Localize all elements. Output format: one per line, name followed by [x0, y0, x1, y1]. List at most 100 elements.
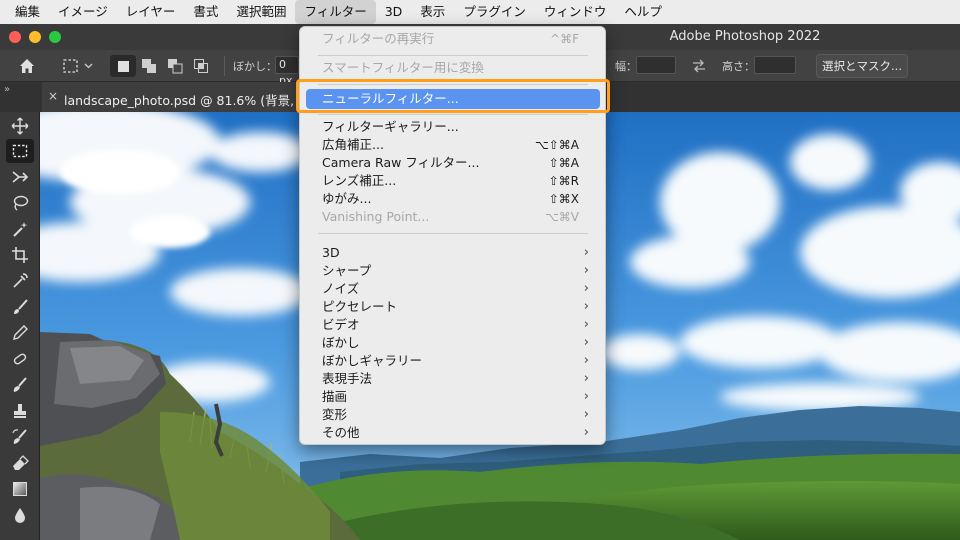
object-select-icon	[12, 171, 29, 183]
zoom-window-button[interactable]	[49, 31, 61, 43]
add-selection-button[interactable]	[138, 55, 160, 77]
pencil-icon	[13, 325, 28, 340]
close-window-button[interactable]	[9, 31, 21, 43]
menu-type[interactable]: 書式	[184, 0, 227, 24]
menu-item-blur[interactable]: ぼかし ›	[300, 334, 605, 352]
menu-item-stylize[interactable]: 表現手法 ›	[300, 370, 605, 388]
width-label: 幅：	[615, 60, 637, 73]
object-select-tool[interactable]	[6, 165, 34, 189]
chevron-right-icon: ›	[583, 281, 589, 296]
rect-marquee-icon	[12, 144, 28, 158]
brush-alt-tool[interactable]	[6, 373, 34, 397]
menu-item-distort[interactable]: 変形 ›	[300, 406, 605, 424]
menu-image[interactable]: イメージ	[49, 0, 117, 24]
menu-separator	[318, 233, 588, 234]
tools-panel	[0, 112, 40, 540]
menu-item-video[interactable]: ビデオ ›	[300, 316, 605, 334]
menu-view[interactable]: 表示	[411, 0, 454, 24]
marquee-preset-picker[interactable]	[58, 55, 98, 77]
marquee-icon	[63, 59, 93, 73]
eraser-icon	[13, 455, 29, 470]
chevron-right-icon: ›	[583, 245, 589, 260]
menu-plugins[interactable]: プラグイン	[454, 0, 535, 24]
chevron-right-icon: ›	[583, 353, 589, 368]
height-label: 高さ：	[722, 60, 755, 73]
menu-separator	[318, 114, 588, 115]
intersect-selection-button[interactable]	[190, 55, 212, 77]
width-input[interactable]	[636, 56, 676, 74]
menu-layer[interactable]: レイヤー	[117, 0, 185, 24]
menu-item-liquify[interactable]: ゆがみ... ⇧⌘X	[300, 190, 605, 208]
menu-item-3d[interactable]: 3D ›	[300, 244, 605, 262]
eyedropper-tool[interactable]	[6, 269, 34, 293]
gradient-tool[interactable]	[6, 477, 34, 501]
blur-tool[interactable]	[6, 503, 34, 527]
history-brush-icon	[12, 429, 27, 444]
menu-select[interactable]: 選択範囲	[227, 0, 295, 24]
menu-filter[interactable]: フィルター	[295, 0, 376, 24]
eyedropper-icon	[13, 273, 28, 288]
add-selection-icon	[142, 59, 156, 73]
app-title: Adobe Photoshop 2022	[669, 29, 821, 44]
minimize-window-button[interactable]	[29, 31, 41, 43]
menu-item-convert-smart-filters: スマートフィルター用に変換	[322, 60, 484, 75]
height-input[interactable]	[754, 56, 796, 74]
magic-wand-tool[interactable]	[6, 217, 34, 241]
home-icon	[20, 59, 34, 73]
collapse-panels-icon[interactable]: »	[4, 84, 10, 95]
lasso-icon	[13, 195, 29, 211]
chevron-right-icon: ›	[583, 263, 589, 278]
select-and-mask-button[interactable]: 選択とマスク...	[816, 54, 908, 78]
history-brush-tool[interactable]	[6, 425, 34, 449]
healing-brush-icon	[13, 353, 27, 365]
pencil-tool[interactable]	[6, 321, 34, 345]
brush-tool[interactable]	[6, 295, 34, 319]
clone-stamp-tool[interactable]	[6, 399, 34, 423]
clone-stamp-icon	[14, 404, 26, 418]
menu-item-camera-raw[interactable]: Camera Raw フィルター... ⇧⌘A	[300, 154, 605, 172]
crop-tool[interactable]	[6, 243, 34, 267]
marquee-tool[interactable]	[6, 139, 34, 163]
mixer-brush-icon	[13, 377, 27, 392]
document-tab[interactable]: × landscape_photo.psd @ 81.6% (背景, RGB/8…	[42, 82, 300, 112]
highlight-callout-box	[296, 79, 610, 113]
menu-edit[interactable]: 編集	[6, 0, 49, 24]
menu-item-blur-gallery[interactable]: ぼかしギャラリー ›	[300, 352, 605, 370]
subtract-selection-button[interactable]	[164, 55, 186, 77]
close-tab-icon[interactable]: ×	[48, 89, 58, 103]
move-icon	[11, 117, 29, 135]
menu-item-filter-gallery[interactable]: フィルターギャラリー...	[300, 118, 605, 136]
healing-brush-tool[interactable]	[6, 347, 34, 371]
menu-item-pixelate[interactable]: ピクセレート ›	[300, 298, 605, 316]
lasso-tool[interactable]	[6, 191, 34, 215]
menu-item-sharpen[interactable]: シャープ ›	[300, 262, 605, 280]
blur-drop-icon	[15, 508, 25, 523]
feather-input[interactable]: 0 px	[275, 56, 299, 87]
home-button[interactable]	[14, 55, 40, 77]
menu-item-lens-correction[interactable]: レンズ補正... ⇧⌘R	[300, 172, 605, 190]
menu-window[interactable]: ウィンドウ	[535, 0, 616, 24]
menu-item-vanishing-point: Vanishing Point... ⌥⌘V	[322, 209, 579, 224]
swap-arrows-icon	[693, 59, 705, 73]
document-tab-title: landscape_photo.psd @ 81.6% (背景, RGB/8)	[64, 93, 300, 108]
eraser-tool[interactable]	[6, 451, 34, 475]
menu-item-render[interactable]: 描画 ›	[300, 388, 605, 406]
chevron-right-icon: ›	[583, 335, 589, 350]
crop-icon	[12, 247, 28, 263]
new-selection-button[interactable]	[110, 55, 136, 77]
menu-help[interactable]: ヘルプ	[615, 0, 671, 24]
menu-item-last-filter: フィルターの再実行 ^⌘F	[322, 31, 579, 46]
subtract-selection-icon	[168, 59, 183, 74]
feather-label: ぼかし：	[233, 60, 277, 73]
menu-item-adaptive-wide-angle[interactable]: 広角補正... ⌥⇧⌘A	[300, 136, 605, 154]
chevron-right-icon: ›	[583, 407, 589, 422]
magic-wand-icon	[13, 222, 28, 237]
chevron-right-icon: ›	[583, 425, 589, 440]
move-tool[interactable]	[6, 114, 34, 138]
menu-3d[interactable]: 3D	[376, 0, 412, 24]
brush-icon	[14, 299, 28, 314]
gradient-icon	[13, 482, 27, 496]
menu-item-other[interactable]: その他 ›	[300, 424, 605, 442]
swap-dimensions-button[interactable]	[688, 55, 710, 77]
menu-item-noise[interactable]: ノイズ ›	[300, 280, 605, 298]
